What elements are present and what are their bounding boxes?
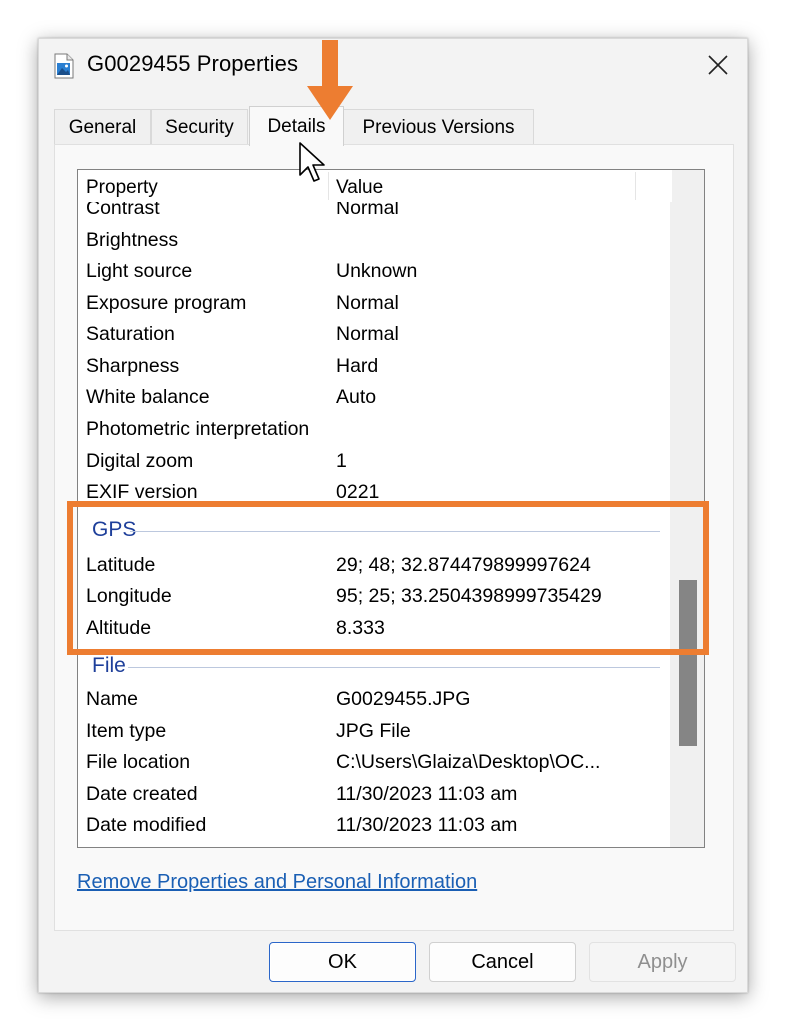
list-item[interactable]: Date created 11/30/2023 11:03 am [78, 779, 672, 810]
property-name: Brightness [86, 229, 179, 251]
column-header: Property Value [78, 170, 672, 202]
group-divider [128, 667, 660, 668]
properties-dialog: G0029455 Properties General Security Det… [38, 38, 748, 993]
list-item[interactable]: Item type JPG File [78, 716, 672, 747]
property-name: File location [86, 751, 191, 773]
property-value: Normal [336, 323, 399, 345]
vertical-scrollbar[interactable] [670, 170, 704, 847]
property-name: Photometric interpretation [86, 418, 310, 440]
list-item[interactable]: Saturation Normal [78, 319, 672, 350]
remove-properties-link[interactable]: Remove Properties and Personal Informati… [77, 871, 477, 894]
property-value: 11/30/2023 11:03 am [336, 814, 518, 836]
details-list[interactable]: Contrast Normal Brightness Light source Un… [77, 169, 705, 848]
list-item[interactable]: Longitude 95; 25; 33.2504398999735429 [78, 581, 672, 612]
property-value: 8.333 [336, 617, 385, 639]
group-label: File [92, 654, 126, 677]
tab-label: Previous Versions [362, 116, 515, 138]
group-divider [130, 531, 660, 532]
property-name: Saturation [86, 323, 175, 345]
property-value: Hard [336, 355, 379, 377]
property-value: G0029455.JPG [336, 688, 471, 710]
tab-security[interactable]: Security [151, 109, 248, 145]
down-arrow-annotation [307, 40, 353, 120]
group-header-file[interactable]: File [78, 652, 672, 682]
tab-previous-versions[interactable]: Previous Versions [343, 109, 534, 145]
list-item[interactable]: Brightness [78, 225, 672, 256]
list-item[interactable]: White balance Auto [78, 382, 672, 413]
property-name: Name [86, 688, 139, 710]
dialog-title: G0029455 Properties [87, 51, 299, 76]
group-label: GPS [92, 518, 137, 541]
property-name: Digital zoom [86, 450, 194, 472]
mouse-pointer-icon [299, 142, 325, 182]
list-item[interactable]: Date modified 11/30/2023 11:03 am [78, 810, 672, 841]
property-value: 1 [336, 450, 347, 472]
property-name: Exposure program [86, 292, 247, 314]
button-label: OK [328, 950, 357, 973]
column-divider[interactable] [328, 172, 329, 200]
list-item[interactable]: Digital zoom 1 [78, 446, 672, 477]
property-name: Date modified [86, 814, 207, 836]
close-icon [708, 55, 728, 75]
property-value: Auto [336, 386, 377, 408]
list-item[interactable]: Sharpness Hard [78, 351, 672, 382]
property-name: Light source [86, 260, 193, 282]
property-value: 0221 [336, 481, 380, 503]
property-name: Longitude [86, 585, 172, 607]
button-label: Cancel [471, 950, 534, 973]
property-name: White balance [86, 386, 210, 408]
list-item[interactable]: Light source Unknown [78, 256, 672, 287]
group-header-gps[interactable]: GPS [78, 516, 672, 546]
tab-label: Security [165, 116, 234, 138]
property-name: Item type [86, 720, 167, 742]
list-item[interactable]: Name G0029455.JPG [78, 684, 672, 715]
property-value: Normal [336, 292, 399, 314]
apply-button[interactable]: Apply [589, 942, 736, 982]
ok-button[interactable]: OK [269, 942, 416, 982]
property-name: Latitude [86, 554, 156, 576]
property-name: EXIF version [86, 481, 198, 503]
property-value: 11/30/2023 11:03 am [336, 783, 518, 805]
property-value: 95; 25; 33.2504398999735429 [336, 585, 602, 607]
close-button[interactable] [689, 39, 747, 91]
column-header-property[interactable]: Property [86, 177, 158, 199]
cancel-button[interactable]: Cancel [429, 942, 576, 982]
list-item[interactable]: Photometric interpretation [78, 414, 672, 445]
button-label: Apply [637, 950, 688, 973]
details-rows: Contrast Normal Brightness Light source Un… [78, 170, 672, 847]
property-value: Unknown [336, 260, 418, 282]
image-file-icon [54, 53, 74, 79]
tab-general[interactable]: General [54, 109, 151, 145]
tab-label: General [68, 116, 137, 138]
property-name: Date created [86, 783, 198, 805]
property-name: Altitude [86, 617, 152, 639]
property-value: C:\Users\Glaiza\Desktop\OC... [336, 751, 601, 773]
scrollbar-thumb[interactable] [679, 580, 697, 746]
property-value: JPG File [336, 720, 411, 742]
title-bar[interactable]: G0029455 Properties [39, 39, 747, 91]
list-item[interactable]: File location C:\Users\Glaiza\Desktop\OC.… [78, 747, 672, 778]
property-name: Sharpness [86, 355, 180, 377]
column-divider[interactable] [635, 172, 636, 200]
list-item[interactable]: Latitude 29; 48; 32.874479899997624 [78, 550, 672, 581]
list-item[interactable]: EXIF version 0221 [78, 477, 672, 508]
list-item[interactable]: Altitude 8.333 [78, 613, 672, 644]
property-value: 29; 48; 32.874479899997624 [336, 554, 591, 576]
list-item[interactable]: Exposure program Normal [78, 288, 672, 319]
column-header-value[interactable]: Value [336, 177, 383, 199]
